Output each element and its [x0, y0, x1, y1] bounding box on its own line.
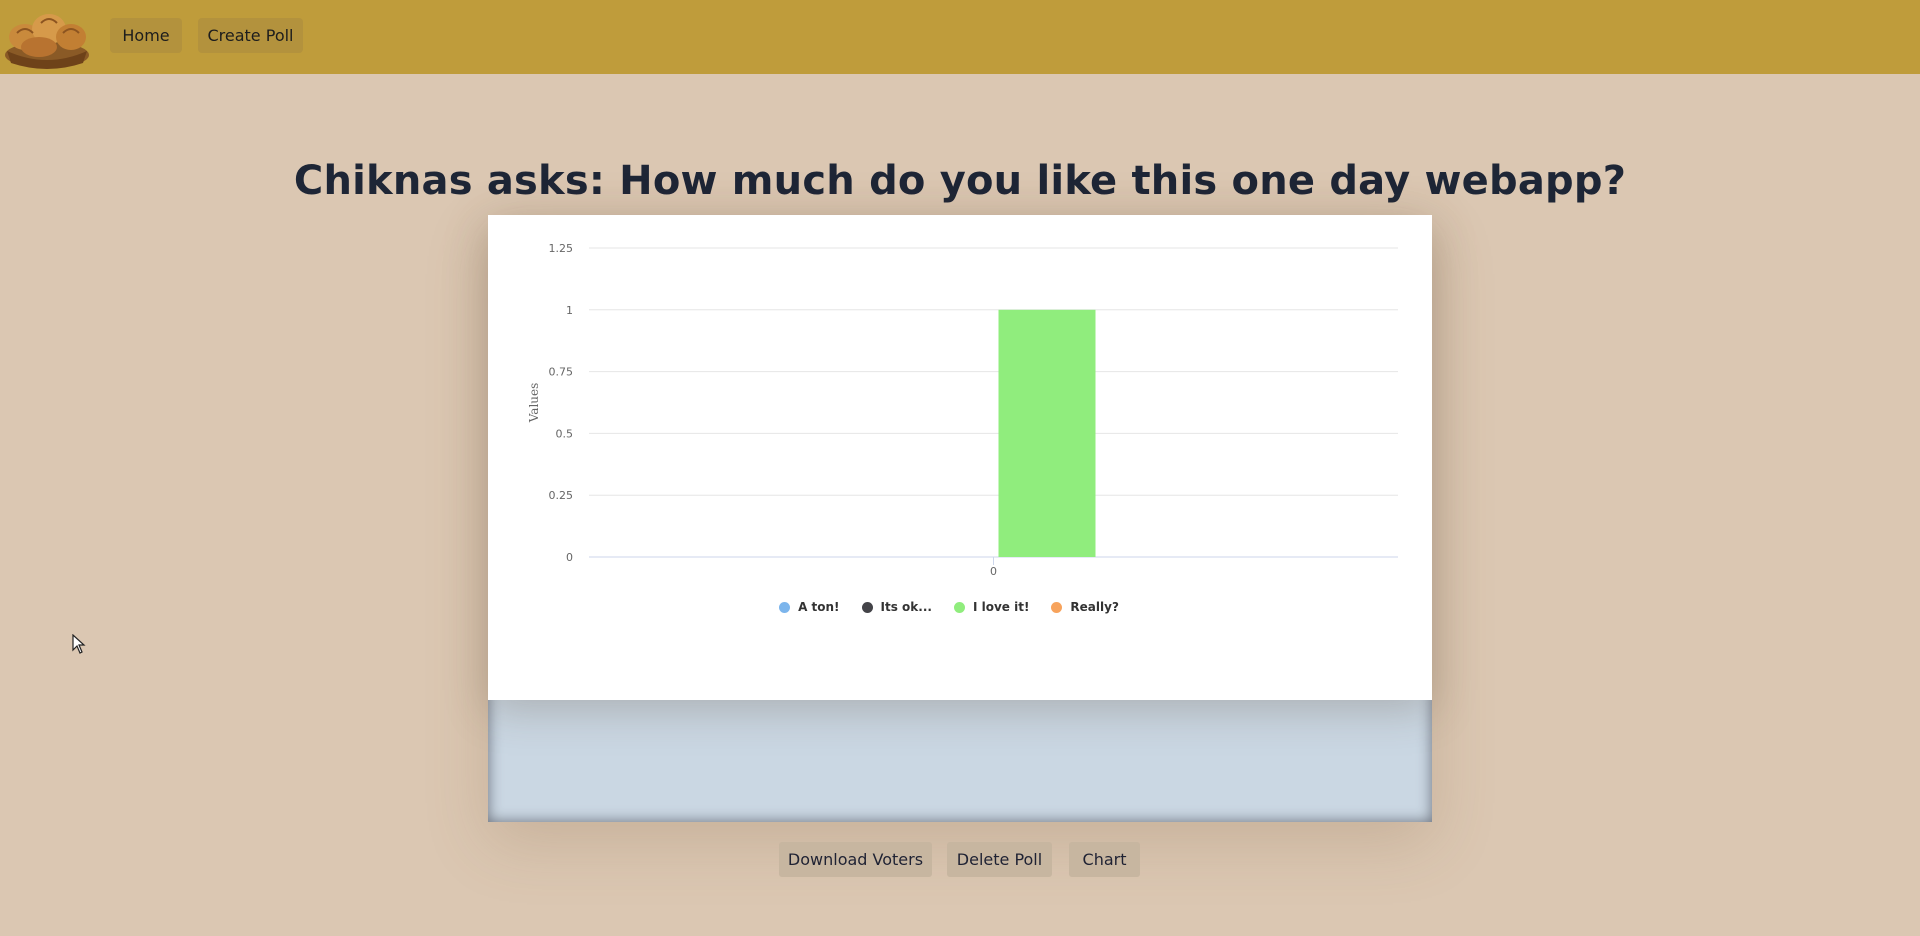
create-poll-button[interactable]: Create Poll: [198, 18, 303, 53]
y-tick-label: 0: [566, 551, 573, 564]
y-tick-label: 0.25: [549, 489, 574, 502]
legend-dot-icon: [861, 601, 873, 613]
legend-item[interactable]: Its ok...: [861, 600, 932, 614]
poll-title: Chiknas asks: How much do you like this …: [293, 158, 1627, 204]
y-tick-label: 1: [566, 304, 573, 317]
legend-dot-icon: [953, 601, 965, 613]
chart-card: 0 0.25 0.5 0.75 1 1.25 Values 0: [488, 215, 1432, 700]
legend-label: Its ok...: [880, 600, 932, 614]
y-axis-label: Values: [527, 383, 541, 424]
y-tick-label: 0.5: [556, 427, 574, 440]
legend-item[interactable]: A ton!: [779, 600, 840, 614]
home-button[interactable]: Home: [110, 18, 182, 53]
delete-poll-button[interactable]: Delete Poll: [947, 842, 1052, 877]
download-voters-button[interactable]: Download Voters: [779, 842, 932, 877]
legend-dot-icon: [779, 601, 791, 613]
legend-label: Really?: [1070, 600, 1119, 614]
legend-label: A ton!: [798, 600, 840, 614]
bar-i-love-it: [998, 309, 1096, 557]
legend-dot-icon: [1051, 601, 1063, 613]
y-tick-label: 0.75: [549, 366, 574, 379]
x-tick-label: 0: [990, 565, 997, 578]
mouse-cursor-icon: [72, 634, 86, 654]
legend-item[interactable]: Really?: [1051, 600, 1119, 614]
chart-button[interactable]: Chart: [1069, 842, 1140, 877]
bread-basket-logo[interactable]: [3, 3, 91, 70]
y-tick-label: 1.25: [549, 242, 574, 255]
chart-legend: A ton! Its ok... I love it! Really?: [0, 600, 1920, 614]
legend-label: I love it!: [972, 600, 1030, 614]
legend-item[interactable]: I love it!: [953, 600, 1030, 614]
poll-chart: 0 0.25 0.5 0.75 1 1.25 Values 0: [527, 242, 1398, 578]
navbar: Home Create Poll: [0, 0, 1920, 74]
